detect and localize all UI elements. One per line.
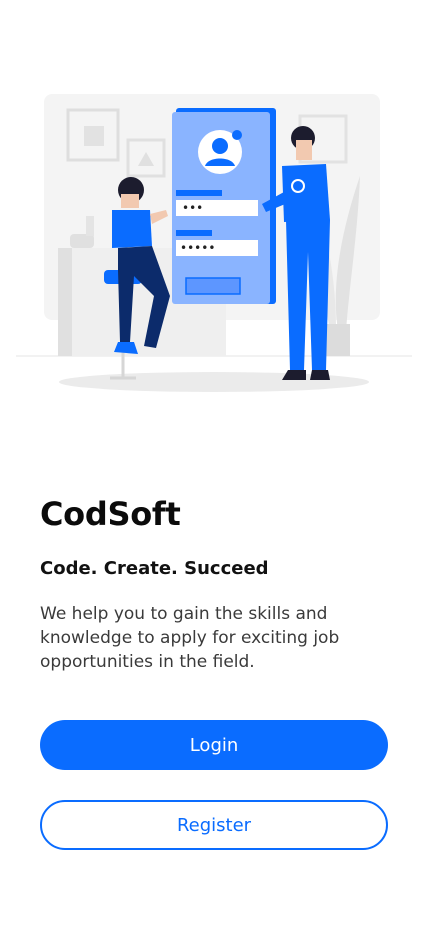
field-label-bar xyxy=(176,230,212,236)
tagline: Code. Create. Succeed xyxy=(40,558,269,579)
woman-shirt xyxy=(112,210,152,248)
vase-icon xyxy=(86,216,94,236)
man-shoe xyxy=(310,370,330,380)
login-button[interactable]: Login xyxy=(40,720,388,770)
wall-frame-inner xyxy=(84,126,104,146)
masked-password-short: ••• xyxy=(182,201,203,215)
app-title: CodSoft xyxy=(40,495,181,533)
plant-pot xyxy=(326,324,350,356)
dresser-side xyxy=(58,248,72,356)
screen-submit-button xyxy=(185,277,241,295)
woman-face xyxy=(121,194,139,208)
bowl-icon xyxy=(70,234,94,248)
avatar-head xyxy=(212,138,228,154)
register-button[interactable]: Register xyxy=(40,800,388,850)
hero-illustration: ••• ••••• xyxy=(0,80,428,400)
woman-shoe xyxy=(114,342,138,354)
masked-password-long: ••••• xyxy=(180,241,215,255)
login-illustration-icon: ••• ••••• xyxy=(16,94,412,392)
notification-dot-icon xyxy=(232,130,242,140)
man-shirt xyxy=(282,164,330,222)
description-text: We help you to gain the skills and knowl… xyxy=(40,604,340,672)
field-label-bar xyxy=(176,190,222,196)
intro-section: CodSoft Code. Create. Succeed We help yo… xyxy=(40,490,388,674)
man-shoe xyxy=(282,370,306,380)
man-face xyxy=(296,140,312,160)
